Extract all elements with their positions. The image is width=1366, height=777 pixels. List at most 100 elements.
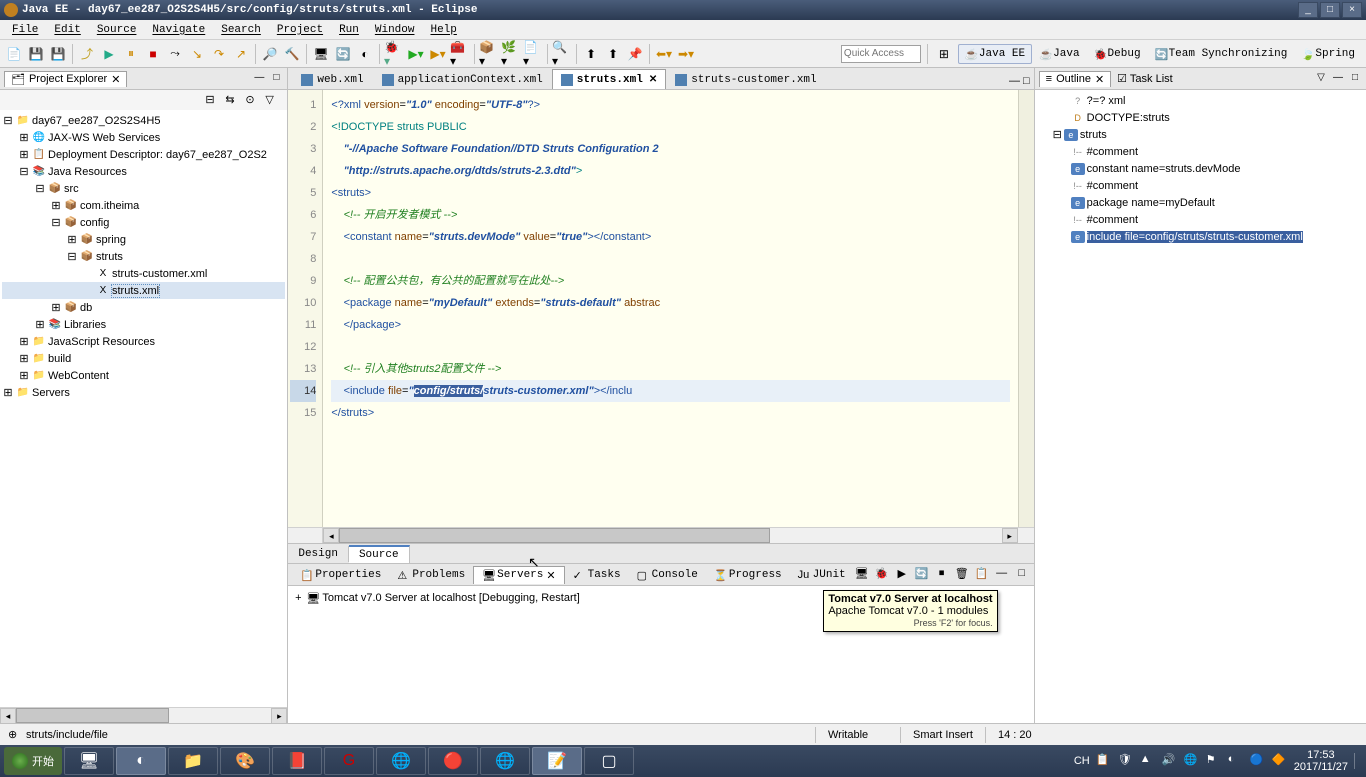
menu-help[interactable]: Help	[422, 22, 464, 38]
expand-icon[interactable]: ⊟	[2, 114, 14, 127]
new-server-icon[interactable]: 🖥	[311, 44, 331, 64]
expand-icon[interactable]: ⊞	[18, 352, 30, 365]
menu-project[interactable]: Project	[269, 22, 331, 38]
chrome2-task-icon[interactable]: 🔴	[428, 747, 478, 775]
ext-tools-icon[interactable]: 🧰▾	[450, 44, 470, 64]
expand-icon[interactable]: ⊞	[18, 335, 30, 348]
tree-node[interactable]: Xstruts-customer.xml	[2, 265, 285, 282]
back-icon[interactable]: ⬅▾	[654, 44, 674, 64]
step-return-icon[interactable]: ↗	[231, 44, 251, 64]
editor-h-scrollbar[interactable]: ◂▸	[288, 527, 1033, 543]
expand-icon[interactable]: ⊞	[50, 199, 62, 212]
expand-icon[interactable]: ⊟	[18, 165, 30, 178]
show-desktop[interactable]	[1354, 753, 1362, 769]
suspend-icon[interactable]: ⏸	[121, 44, 141, 64]
search-icon[interactable]: 🔍▾	[552, 44, 572, 64]
explorer-task-icon[interactable]: 🖥	[64, 747, 114, 775]
outline-tree[interactable]: ??=? xmlDDOCTYPE:struts⊟estruts!--#comme…	[1035, 90, 1366, 723]
code-line[interactable]: <!-- 开启开发者模式 -->	[331, 204, 1009, 226]
close-outline-icon[interactable]: ✕	[1095, 73, 1104, 86]
menu-edit[interactable]: Edit	[46, 22, 88, 38]
tray-icon-3[interactable]: ▲	[1140, 753, 1156, 769]
view-tab-progress[interactable]: ⏳Progress	[706, 567, 790, 583]
menu-source[interactable]: Source	[89, 22, 145, 38]
quick-access-input[interactable]	[841, 45, 921, 63]
tree-node[interactable]: ⊞🌐JAX-WS Web Services	[2, 129, 285, 146]
menu-window[interactable]: Window	[367, 22, 423, 38]
collapse-all-icon[interactable]: ⊟	[205, 93, 219, 107]
code-line[interactable]	[331, 336, 1009, 358]
editor-mode-source[interactable]: Source	[349, 545, 410, 563]
server-toolbar-btn-2[interactable]: ▶	[894, 567, 910, 583]
code-line[interactable]: <?xml version="1.0" encoding="UTF-8"?>	[331, 94, 1009, 116]
server-toolbar-btn-8[interactable]: □	[1014, 567, 1030, 583]
tree-node[interactable]: Xstruts.xml	[2, 282, 285, 299]
code-line[interactable]: <constant name="struts.devMode" value="t…	[331, 226, 1009, 248]
code-line[interactable]: <package name="myDefault" extends="strut…	[331, 292, 1009, 314]
close-view-icon[interactable]: ✕	[546, 569, 555, 582]
tree-node[interactable]: ⊞📦spring	[2, 231, 285, 248]
server-toolbar-btn-4[interactable]: ⏹	[934, 567, 950, 583]
eclipse-task-icon[interactable]: ◐	[116, 747, 166, 775]
view-tab-console[interactable]: ▢Console	[629, 567, 706, 583]
expand-icon[interactable]: ⊞	[66, 233, 78, 246]
disconnect-icon[interactable]: ⤳	[165, 44, 185, 64]
expand-icon[interactable]: ⊟	[50, 216, 62, 229]
code-line[interactable]: "http://struts.apache.org/dtds/struts-2.…	[331, 160, 1009, 182]
overview-ruler[interactable]	[1018, 90, 1034, 527]
toggle-icon[interactable]: ◐	[355, 44, 375, 64]
app3-task-icon[interactable]: G	[324, 747, 374, 775]
new-java-icon[interactable]: 📦▾	[479, 44, 499, 64]
outline-node[interactable]: !--#comment	[1037, 211, 1364, 228]
expand-icon[interactable]: ⊟	[1053, 128, 1062, 141]
tree-node[interactable]: ⊟📚Java Resources	[2, 163, 285, 180]
editor-tab-applicationContext-xml[interactable]: applicationContext.xml	[373, 69, 552, 89]
menu-search[interactable]: Search	[213, 22, 269, 38]
word-task-icon[interactable]: 📝	[532, 747, 582, 775]
server-toolbar-btn-0[interactable]: 🖥	[854, 567, 870, 583]
servers-view[interactable]: + 🖥 Tomcat v7.0 Server at localhost [Deb…	[288, 586, 1033, 723]
new-gen-icon[interactable]: 🌿▾	[501, 44, 521, 64]
outline-node[interactable]: ⊟estruts	[1037, 126, 1364, 143]
refresh-icon[interactable]: 🔄	[333, 44, 353, 64]
chrome1-task-icon[interactable]: 🌐	[376, 747, 426, 775]
code-line[interactable]: </package>	[331, 314, 1009, 336]
tray-icon-2[interactable]: 🛡	[1118, 753, 1134, 769]
code-line[interactable]: <!-- 引入其他struts2配置文件 -->	[331, 358, 1009, 380]
close-view-icon[interactable]: ✕	[111, 73, 120, 86]
tree-node[interactable]: ⊞📁Servers	[2, 384, 285, 401]
ime-indicator[interactable]: CH	[1074, 755, 1090, 767]
new-icon[interactable]: 📄	[4, 44, 24, 64]
outline-node[interactable]: epackage name=myDefault	[1037, 194, 1364, 211]
perspective-spring[interactable]: 🍃Spring	[1294, 44, 1362, 64]
tree-node[interactable]: ⊞📦com.itheima	[2, 197, 285, 214]
view-tab-servers[interactable]: 🖥Servers ✕	[473, 566, 564, 584]
code-line[interactable]: <include file="config/struts/struts-cust…	[331, 380, 1009, 402]
pe-h-scrollbar[interactable]: ◂▸	[0, 707, 287, 723]
resume-icon[interactable]: ▶	[99, 44, 119, 64]
close-button[interactable]: ×	[1342, 2, 1362, 18]
minimize-button[interactable]: _	[1298, 2, 1318, 18]
tray-icon-4[interactable]: 🔊	[1162, 753, 1178, 769]
code-line[interactable]: "-//Apache Software Foundation//DTD Stru…	[331, 138, 1009, 160]
tree-node[interactable]: ⊟📁day67_ee287_O2S2S4H5	[2, 112, 285, 129]
editor-tab-web-xml[interactable]: web.xml	[292, 69, 372, 89]
tree-node[interactable]: ⊞📦db	[2, 299, 285, 316]
menu-navigate[interactable]: Navigate	[144, 22, 213, 38]
perspective-java[interactable]: ☕Java	[1032, 44, 1086, 64]
step-over-icon[interactable]: ↷	[209, 44, 229, 64]
code-line[interactable]	[331, 248, 1009, 270]
tray-icon-1[interactable]: 📋	[1096, 753, 1112, 769]
tray-icon-6[interactable]: ⚑	[1206, 753, 1222, 769]
expand-icon[interactable]: ⊞	[50, 301, 62, 314]
view-tab-properties[interactable]: 📋Properties	[292, 567, 389, 583]
open-type-icon[interactable]: 🔎	[260, 44, 280, 64]
expand-icon[interactable]: ⊞	[34, 318, 46, 331]
system-clock[interactable]: 17:53 2017/11/27	[1294, 749, 1348, 773]
save-icon[interactable]: 💾	[26, 44, 46, 64]
perspective-java-ee[interactable]: ☕Java EE	[958, 44, 1032, 64]
server-toolbar-btn-5[interactable]: 🗑	[954, 567, 970, 583]
maximize-button[interactable]: □	[1320, 2, 1340, 18]
new-gen2-icon[interactable]: 📄▾	[523, 44, 543, 64]
view-tab-tasks[interactable]: ✓Tasks	[565, 567, 629, 583]
